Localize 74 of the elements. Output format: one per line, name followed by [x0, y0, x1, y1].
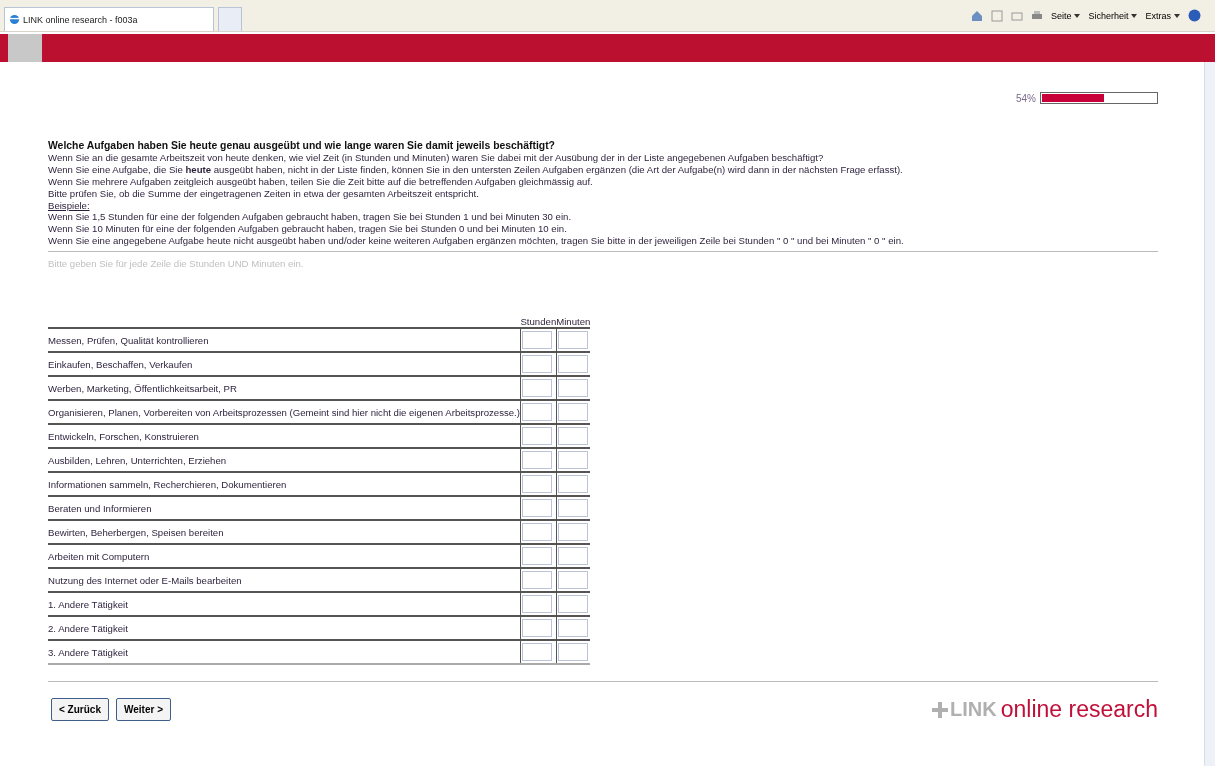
input-field[interactable] [521, 643, 552, 662]
globe-icon [9, 14, 20, 25]
printer-icon[interactable] [1030, 9, 1043, 22]
instruction-text: Bitte prüfen Sie, ob die Summe der eingetragenen Zeiten in etwa der gesamten Arbeitszeit entspricht. [48, 187, 480, 200]
instruction-text: Wenn Sie mehrere Aufgaben zeitgleich ausgeübt haben, teilen Sie die Zeit bitte auf die betreffenden Aufgaben gleichmässig auf. [48, 175, 594, 188]
input-field[interactable] [521, 379, 552, 398]
task-label: Arbeiten mit Computern [48, 544, 521, 569]
task-label: 3. Andere Tätigkeit [48, 640, 521, 665]
example-text: Wenn Sie eine angegebene Aufgabe heute nicht ausgeübt haben und/oder keine weiteren Aufgaben ergänzen möchten, tragen Sie bitte in der jeweiligen Zeile bei Stunden " 0 " und bei Minuten " 0 " ein. [48, 235, 905, 248]
input-field[interactable] [521, 427, 552, 446]
input-field[interactable] [557, 451, 588, 470]
task-label: Messen, Prüfen, Qualität kontrollieren [48, 328, 521, 353]
input-field[interactable] [557, 619, 588, 638]
caret-icon [1131, 13, 1138, 18]
column-header: Stunden [520, 316, 557, 329]
input-field[interactable] [521, 595, 552, 614]
input-field[interactable] [521, 619, 552, 638]
input-field[interactable] [557, 643, 588, 662]
instruction-text: Wenn Sie eine Aufgabe, die Sie heute ausgeübt haben, nicht in der Liste finden, können Sie in den untersten Zeilen Aufgaben ergänzen (die Art der Aufgabe(n) wird dann in der nächsten Frage erfasst). [48, 163, 904, 176]
input-field[interactable] [521, 403, 552, 422]
input-field[interactable] [521, 475, 552, 494]
task-label: Beraten und Informieren [48, 496, 521, 521]
instruction-text: Wenn Sie an die gesamte Arbeitszeit von heute denken, wie viel Zeit (in Stunden und Minuten) waren Sie dabei mit der Ausübung der in der Liste angegebenen Aufgaben beschäftigt? [48, 151, 825, 164]
nav-button[interactable]: < Zurück [51, 698, 109, 722]
logo-tagline: online research [1000, 696, 1158, 724]
input-field[interactable] [557, 475, 588, 494]
task-label: Entwickeln, Forschen, Konstruieren [48, 424, 521, 449]
question-title: Welche Aufgaben haben Sie heute genau ausgeübt und wie lange waren Sie damit jeweils beschäftigt? [48, 140, 556, 152]
input-field[interactable] [557, 379, 588, 398]
home-icon[interactable] [970, 9, 983, 22]
input-field[interactable] [521, 355, 552, 374]
nav-button[interactable]: Weiter > [115, 698, 171, 722]
example-text: Wenn Sie 10 Minuten für eine der folgenden Aufgaben gebraucht haben, tragen Sie bei Stunden 0 und bei Minuten 10 ein. [48, 223, 568, 236]
caret-icon [1174, 13, 1180, 18]
input-field[interactable] [557, 403, 588, 422]
caret-icon [1074, 13, 1081, 18]
task-label: 2. Andere Tätigkeit [48, 616, 521, 641]
example-text: Wenn Sie 1,5 Stunden für eine der folgenden Aufgaben gebraucht haben, tragen Sie bei Stunden 1 und bei Minuten 30 ein. [48, 211, 573, 224]
input-field[interactable] [521, 451, 552, 470]
input-field[interactable] [521, 499, 552, 518]
task-label: Organisieren, Planen, Vorbereiten von Arbeitsprozessen (Gemeint sind hier nicht die eigenen Arbeitsprozesse.) [48, 400, 521, 425]
input-field[interactable] [557, 499, 588, 518]
input-field[interactable] [557, 571, 588, 590]
input-field[interactable] [557, 427, 588, 446]
help-icon[interactable] [1188, 9, 1201, 22]
task-label: Nutzung des Internet oder E-Mails bearbeiten [48, 568, 521, 593]
new-tab-button[interactable] [218, 7, 242, 31]
input-field[interactable] [557, 355, 588, 374]
input-field[interactable] [521, 523, 552, 542]
task-label: 1. Andere Tätigkeit [48, 592, 521, 617]
input-field[interactable] [557, 331, 588, 350]
examples-heading: Beispiele: [48, 199, 91, 212]
input-field[interactable] [557, 523, 588, 542]
header-square [8, 34, 42, 62]
input-field[interactable] [521, 547, 552, 566]
task-label: Bewirten, Beherbergen, Speisen bereiten [48, 520, 521, 545]
input-field[interactable] [557, 595, 588, 614]
task-label: Informationen sammeln, Recherchieren, Dokumentieren [48, 472, 521, 497]
cross-icon [932, 701, 949, 718]
logo-brand: LINK [950, 698, 997, 722]
column-header: Minuten [556, 316, 591, 329]
progress-reading: 54% [1016, 92, 1036, 104]
task-label: Einkaufen, Beschaffen, Verkaufen [48, 352, 521, 377]
feed-icon[interactable] [990, 9, 1003, 22]
toolbar-menu[interactable]: Extras [1145, 10, 1180, 21]
task-label: Ausbilden, Lehren, Unterrichten, Erziehen [48, 448, 521, 473]
input-field[interactable] [521, 331, 552, 350]
input-field[interactable] [557, 547, 588, 566]
input-field[interactable] [521, 571, 552, 590]
mail-icon[interactable] [1010, 9, 1023, 22]
browser-tab[interactable]: LINK online research - f003a [4, 7, 214, 31]
task-label: Werben, Marketing, Öffentlichkeitsarbeit, PR [48, 376, 521, 401]
toolbar-menu[interactable]: Seite [1050, 10, 1081, 21]
toolbar-menu[interactable]: Sicherheit [1088, 10, 1138, 21]
